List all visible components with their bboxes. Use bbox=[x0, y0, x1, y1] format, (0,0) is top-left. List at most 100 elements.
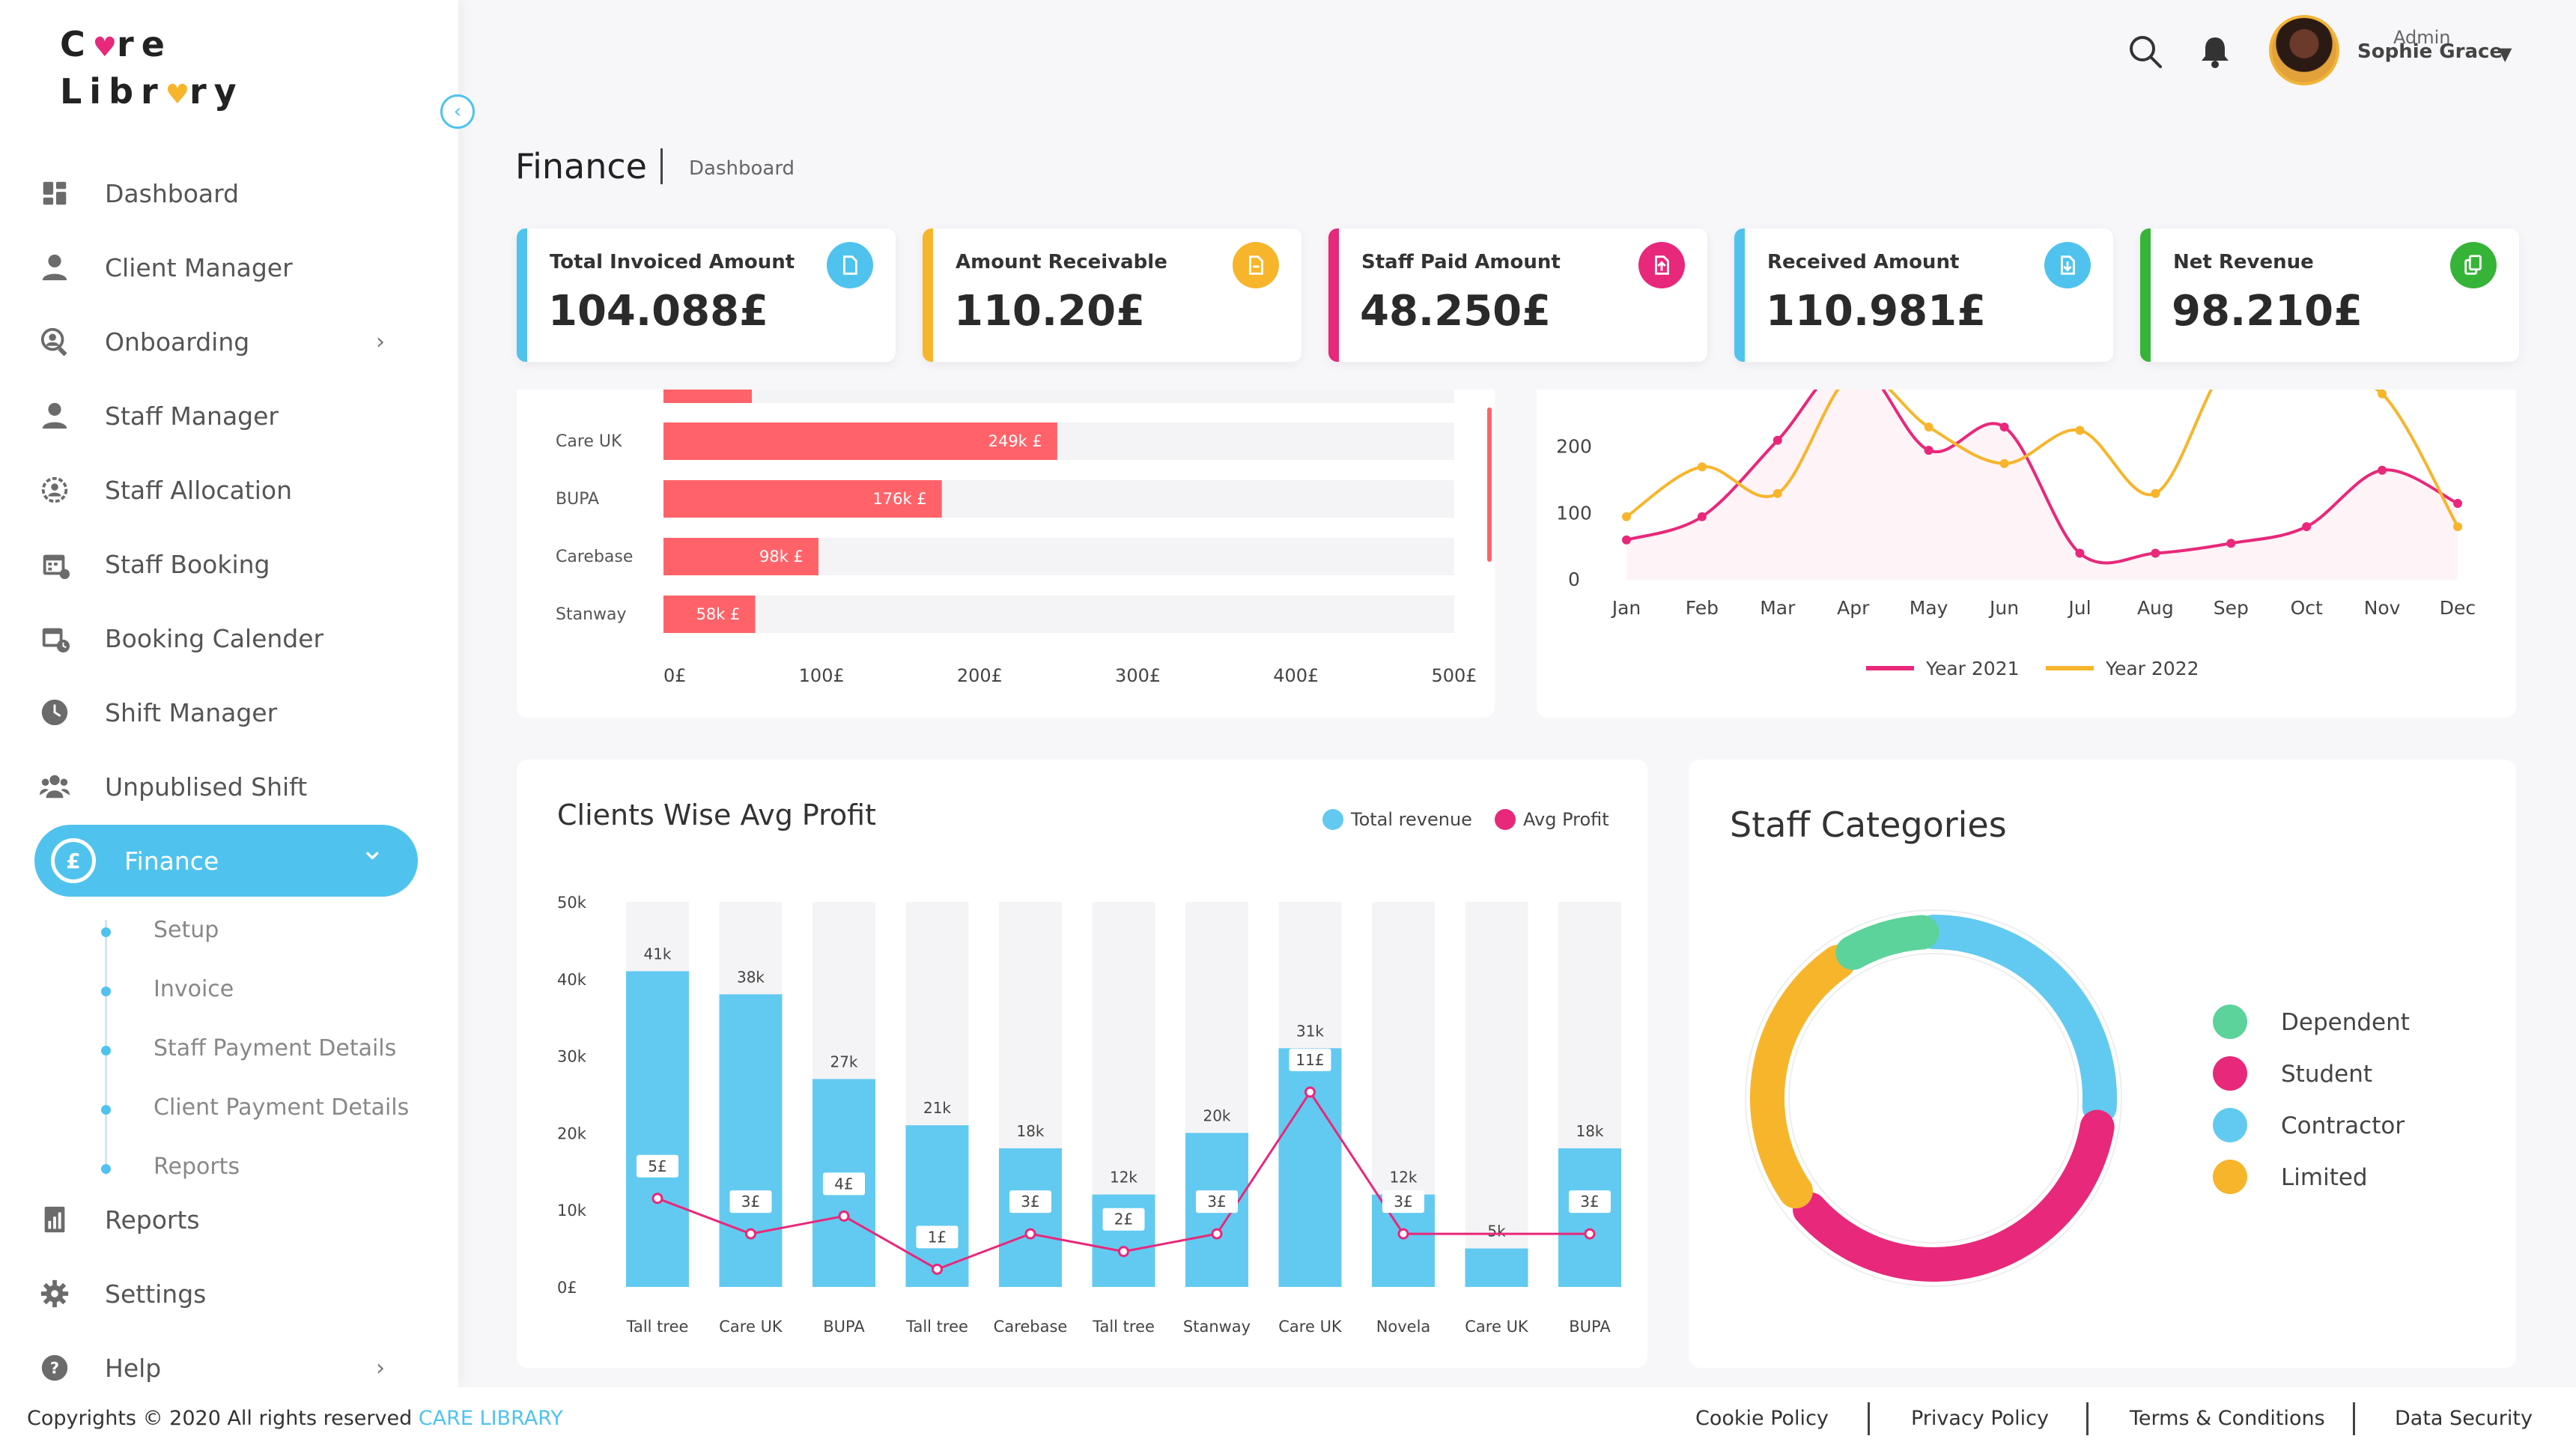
sidebar-item-label: Onboarding bbox=[105, 327, 250, 357]
x-tick-label: Nov bbox=[2364, 597, 2401, 619]
profit-label: 1£ bbox=[928, 1228, 947, 1246]
card-label: Amount Receivable bbox=[956, 251, 1167, 273]
report-icon bbox=[34, 1199, 75, 1240]
bar-total-revenue bbox=[1558, 1148, 1621, 1287]
bell-icon[interactable] bbox=[2196, 33, 2234, 70]
sidebar-item-client-manager[interactable]: Client Manager bbox=[34, 231, 418, 303]
bar-total-revenue bbox=[1465, 1248, 1528, 1287]
series-point bbox=[1999, 422, 2009, 432]
gear-icon bbox=[34, 1273, 75, 1314]
profit-label: 3£ bbox=[1207, 1193, 1226, 1211]
terms-link[interactable]: Terms & Conditions bbox=[2130, 1407, 2325, 1430]
document-icon bbox=[2450, 242, 2497, 288]
sidebar-item-label: Client Manager bbox=[105, 252, 293, 282]
logo[interactable]: C♥re Libr♥ry bbox=[60, 22, 244, 117]
avatar[interactable] bbox=[2269, 15, 2339, 85]
submenu-dot bbox=[101, 927, 111, 937]
legend-swatch bbox=[2213, 1160, 2247, 1194]
x-tick-label: Jul bbox=[2067, 597, 2091, 619]
sidebar-item-staff-manager[interactable]: Staff Manager bbox=[34, 380, 418, 452]
heart-logo-icon-2: ♥ bbox=[165, 79, 189, 110]
profit-label: 5£ bbox=[648, 1157, 666, 1175]
sidebar-item-settings[interactable]: Settings bbox=[34, 1258, 418, 1330]
x-tick-label: Mar bbox=[1760, 597, 1796, 619]
cookie-policy-link[interactable]: Cookie Policy bbox=[1695, 1407, 1829, 1430]
heart-logo-icon: ♥ bbox=[92, 32, 118, 63]
bar-value-label: 21k bbox=[923, 1099, 951, 1117]
svg-text:?: ? bbox=[50, 1360, 59, 1378]
x-tick-label: Sep bbox=[2214, 597, 2249, 619]
x-tick-label: 500£ bbox=[1431, 665, 1477, 686]
submenu-item-setup[interactable]: Setup bbox=[154, 917, 219, 943]
series-point bbox=[1211, 1228, 1223, 1240]
total-invoiced-card[interactable]: Total Invoiced Amount 104.088£ bbox=[517, 228, 896, 362]
scrollbar bbox=[1487, 408, 1492, 562]
bar-value-label: 18k bbox=[1576, 1122, 1603, 1140]
breadcrumb[interactable]: Dashboard bbox=[689, 157, 795, 180]
bar-value-label: 12k bbox=[1110, 1169, 1137, 1187]
sidebar-item-onboarding[interactable]: Onboarding › bbox=[34, 306, 418, 378]
submenu-dot bbox=[101, 1046, 111, 1055]
submenu-dot bbox=[101, 1105, 111, 1115]
submenu-item-invoice[interactable]: Invoice bbox=[154, 976, 234, 1002]
amount-receivable-card[interactable]: Amount Receivable 110.20£ bbox=[923, 228, 1301, 362]
x-tick-label: BUPA bbox=[1569, 1318, 1611, 1336]
user-name[interactable]: Sophie Grace bbox=[2357, 40, 2503, 63]
profit-label: 4£ bbox=[834, 1175, 853, 1193]
bar-value-label: 20k bbox=[1203, 1106, 1230, 1124]
net-revenue-card[interactable]: Net Revenue 98.210£ bbox=[2140, 228, 2519, 362]
sidebar-item-label: Settings bbox=[105, 1279, 207, 1309]
series-point bbox=[2075, 548, 2085, 558]
bar-value-label: 18k bbox=[1016, 1122, 1044, 1140]
card-label: Received Amount bbox=[1767, 251, 1960, 273]
clock-icon bbox=[34, 692, 75, 733]
sidebar-item-unpublised-shift[interactable]: Unpublised Shift bbox=[34, 751, 418, 823]
chevron-down-icon[interactable]: ▼ bbox=[2498, 43, 2512, 64]
staff-categories-panel: Staff Categories Dependent Student Contrac… bbox=[1689, 760, 2516, 1368]
series-point bbox=[1584, 1228, 1596, 1240]
profit-label: 2£ bbox=[1114, 1211, 1133, 1229]
bar-value-label: 5k bbox=[1487, 1223, 1506, 1241]
sidebar-item-finance[interactable]: £ Finance ⌄ bbox=[34, 825, 418, 897]
bar-track bbox=[663, 596, 1454, 633]
x-tick-label: 200£ bbox=[957, 665, 1003, 686]
legend-label: Avg Profit bbox=[1523, 809, 1609, 830]
series-point bbox=[1772, 488, 1782, 498]
data-security-link[interactable]: Data Security bbox=[2395, 1407, 2533, 1430]
page-title: Finance bbox=[515, 146, 647, 187]
sidebar-item-label: Help bbox=[105, 1353, 162, 1383]
collapse-sidebar-button[interactable]: ‹ bbox=[440, 94, 475, 129]
series-point bbox=[2075, 425, 2085, 435]
brand-link[interactable]: CARE LIBRARY bbox=[419, 1407, 563, 1430]
submenu-item-reports[interactable]: Reports bbox=[154, 1154, 240, 1180]
submenu-dot bbox=[101, 987, 111, 996]
sidebar-item-staff-allocation[interactable]: Staff Allocation bbox=[34, 454, 418, 526]
sidebar-item-staff-booking[interactable]: Staff Booking bbox=[34, 528, 418, 600]
series-point bbox=[2151, 488, 2160, 498]
submenu-item-client-payment-details[interactable]: Client Payment Details bbox=[154, 1094, 409, 1121]
received-amount-card[interactable]: Received Amount 110.981£ bbox=[1734, 228, 2113, 362]
profit-label: 3£ bbox=[741, 1193, 760, 1211]
bar-value-label: 58k £ bbox=[696, 605, 741, 623]
card-label: Net Revenue bbox=[2173, 251, 2314, 273]
privacy-policy-link[interactable]: Privacy Policy bbox=[1911, 1407, 2049, 1430]
staff-categories-donut-chart: Dependent Student Contractor Limited bbox=[1745, 909, 2410, 1287]
sidebar-item-dashboard[interactable]: Dashboard bbox=[34, 157, 418, 229]
donut-outer-ring bbox=[1745, 909, 2122, 1287]
staff-paid-card[interactable]: Staff Paid Amount 48.250£ bbox=[1328, 228, 1707, 362]
submenu-item-staff-payment-details[interactable]: Staff Payment Details bbox=[154, 1035, 396, 1061]
profit-label: 11£ bbox=[1295, 1051, 1324, 1069]
search-icon[interactable] bbox=[2127, 33, 2164, 70]
x-tick-label: Care UK bbox=[1278, 1318, 1343, 1336]
card-value: 98.210£ bbox=[2172, 287, 2363, 336]
bar-value-label: 38k bbox=[737, 968, 765, 986]
avg-profit-panel: Clients Wise Avg Profit 0£ 10k 20k 30k 40k 50… bbox=[517, 760, 1647, 1368]
legend-label: Total revenue bbox=[1350, 809, 1472, 830]
sidebar-item-booking-calender[interactable]: Booking Calender bbox=[34, 602, 418, 674]
sidebar-item-reports[interactable]: Reports bbox=[34, 1184, 418, 1255]
sidebar-item-help[interactable]: ? Help › bbox=[34, 1332, 418, 1387]
legend-label: Year 2022 bbox=[2105, 658, 2199, 679]
sidebar-item-shift-manager[interactable]: Shift Manager bbox=[34, 676, 418, 748]
bar-cropped bbox=[663, 390, 752, 403]
y-tick-label: 30k bbox=[557, 1048, 587, 1066]
